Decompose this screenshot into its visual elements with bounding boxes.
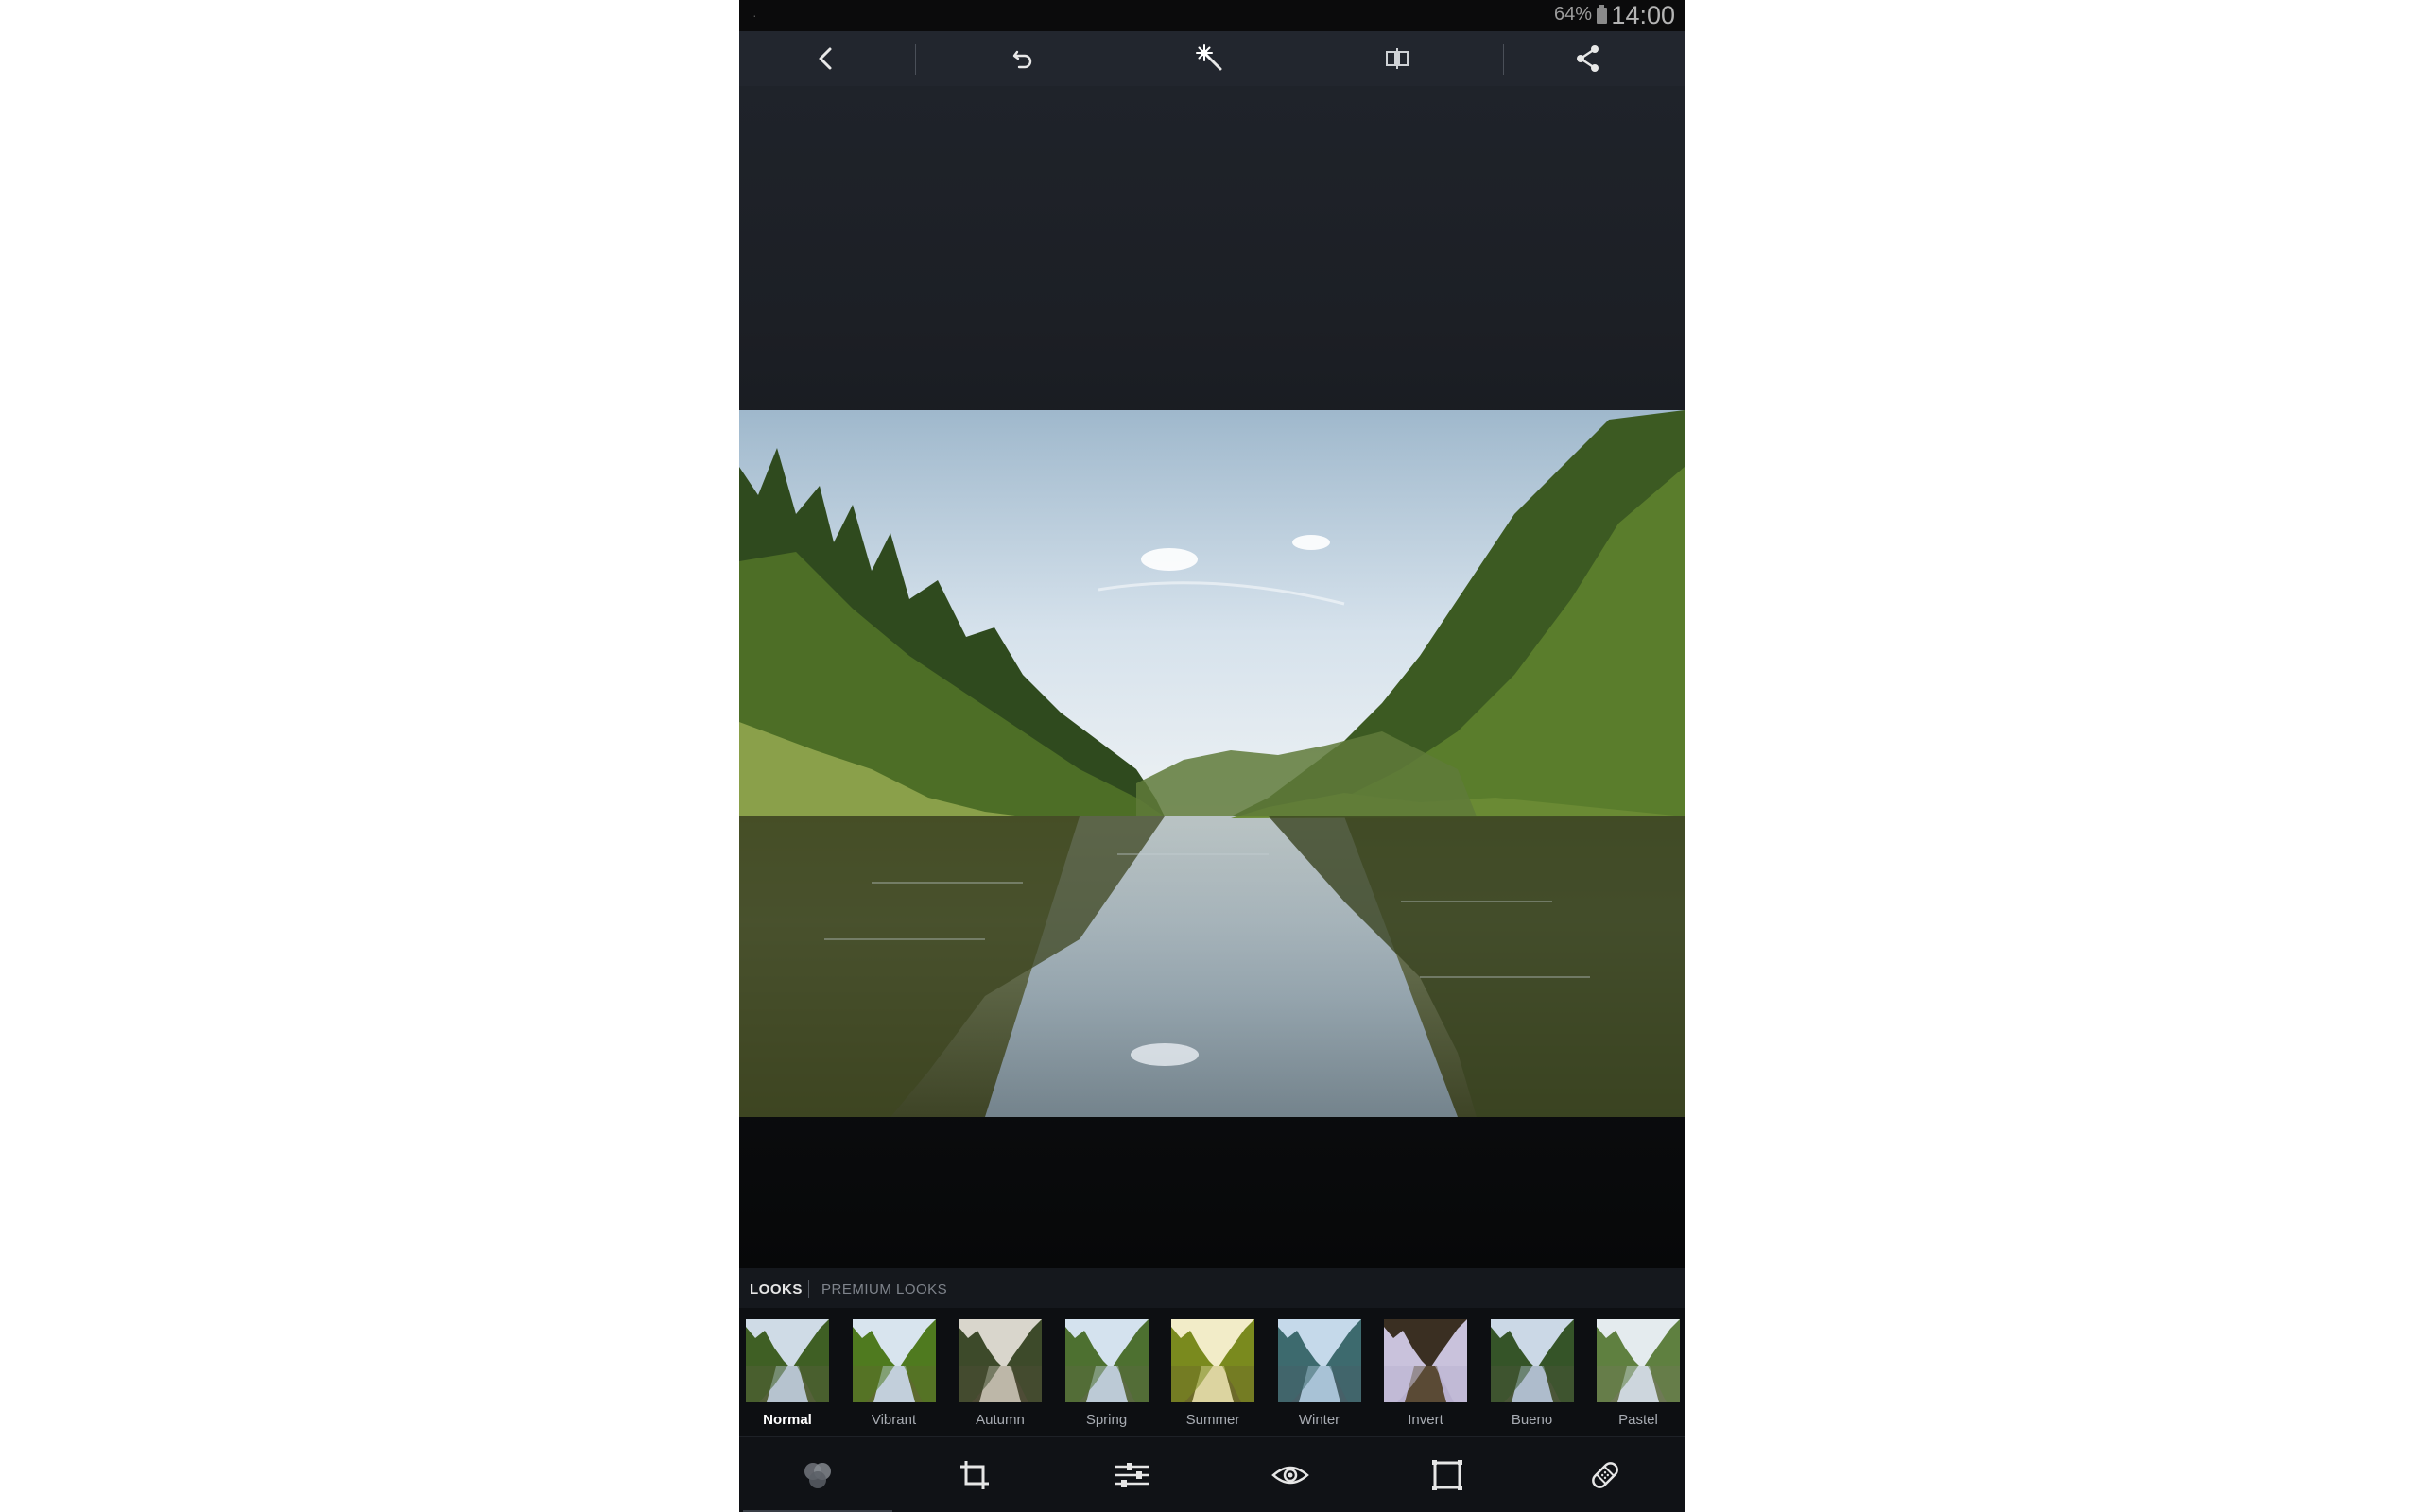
look-preset-pastel[interactable]: Pastel bbox=[1597, 1319, 1680, 1428]
borders-icon bbox=[1432, 1460, 1462, 1490]
look-preset-winter[interactable]: Winter bbox=[1277, 1319, 1361, 1428]
adjust-sliders-icon bbox=[1115, 1463, 1150, 1487]
look-preset-label: Invert bbox=[1408, 1412, 1443, 1428]
look-preset-label: Autumn bbox=[976, 1412, 1025, 1428]
share-icon bbox=[1577, 45, 1599, 72]
look-thumbnail bbox=[1597, 1319, 1680, 1402]
look-thumbnail bbox=[1490, 1319, 1574, 1402]
status-clock: 14:00 bbox=[1611, 1, 1675, 29]
look-preset-bueno[interactable]: Bueno bbox=[1490, 1319, 1574, 1428]
nav-spot-heal-button[interactable] bbox=[1527, 1437, 1684, 1512]
status-bar: · 64% 14:00 bbox=[739, 0, 1685, 31]
looks-icon bbox=[804, 1463, 831, 1488]
look-thumbnail bbox=[1064, 1319, 1149, 1402]
look-preset-normal[interactable]: Normal bbox=[746, 1319, 829, 1428]
editing-canvas[interactable] bbox=[739, 86, 1685, 1268]
share-button[interactable] bbox=[1550, 31, 1626, 86]
edited-photo[interactable] bbox=[739, 410, 1685, 1117]
look-thumbnail bbox=[1277, 1319, 1361, 1402]
photo-editor-app: · 64% 14:00 LOOKS PREMIUM LOOKS Normal V… bbox=[739, 0, 1685, 1512]
look-thumbnail bbox=[959, 1319, 1042, 1402]
nav-red-eye-button[interactable] bbox=[1212, 1437, 1369, 1512]
undo-icon bbox=[1012, 50, 1032, 69]
tab-looks[interactable]: LOOKS bbox=[750, 1281, 803, 1297]
look-thumbnail bbox=[746, 1319, 829, 1402]
look-preset-label: Bueno bbox=[1511, 1412, 1553, 1428]
nav-borders-button[interactable] bbox=[1369, 1437, 1526, 1512]
look-preset-label: Normal bbox=[763, 1412, 812, 1428]
crop-icon bbox=[960, 1461, 989, 1489]
battery-percentage: 64% bbox=[1553, 4, 1592, 25]
battery-icon bbox=[1597, 5, 1607, 24]
compare-icon bbox=[1386, 48, 1409, 69]
look-thumbnail bbox=[1171, 1319, 1254, 1402]
look-preset-vibrant[interactable]: Vibrant bbox=[852, 1319, 936, 1428]
toolbar-divider bbox=[1503, 44, 1504, 75]
nav-looks-button[interactable] bbox=[739, 1437, 896, 1512]
spot-heal-bandage-icon bbox=[1592, 1462, 1618, 1488]
looks-tab-bar: LOOKS PREMIUM LOOKS bbox=[739, 1268, 1685, 1308]
bottom-tool-nav bbox=[739, 1436, 1685, 1512]
back-button[interactable] bbox=[788, 31, 864, 86]
notification-dot: · bbox=[752, 8, 757, 23]
look-preset-summer[interactable]: Summer bbox=[1171, 1319, 1254, 1428]
look-preset-label: Pastel bbox=[1618, 1412, 1658, 1428]
auto-enhance-wand-icon bbox=[1196, 44, 1222, 71]
undo-button[interactable] bbox=[985, 31, 1061, 86]
look-preset-spring[interactable]: Spring bbox=[1064, 1319, 1149, 1428]
compare-button[interactable] bbox=[1359, 31, 1435, 86]
look-preset-label: Winter bbox=[1298, 1412, 1340, 1428]
looks-strip: Normal Vibrant Autumn Spring Summer Winter Inv… bbox=[739, 1308, 1685, 1436]
nav-adjust-button[interactable] bbox=[1054, 1437, 1211, 1512]
toolbar-divider bbox=[915, 44, 916, 75]
nav-crop-button[interactable] bbox=[896, 1437, 1053, 1512]
look-preset-label: Summer bbox=[1185, 1412, 1240, 1428]
back-icon bbox=[819, 47, 832, 70]
look-preset-label: Spring bbox=[1085, 1412, 1128, 1428]
look-preset-label: Vibrant bbox=[871, 1412, 917, 1428]
look-thumbnail bbox=[1384, 1319, 1467, 1402]
auto-enhance-button[interactable] bbox=[1172, 31, 1248, 86]
top-toolbar bbox=[739, 31, 1685, 86]
look-preset-autumn[interactable]: Autumn bbox=[959, 1319, 1042, 1428]
look-thumbnail bbox=[852, 1319, 936, 1402]
red-eye-icon bbox=[1271, 1466, 1309, 1485]
tab-premium-looks[interactable]: PREMIUM LOOKS bbox=[821, 1281, 947, 1297]
look-preset-invert[interactable]: Invert bbox=[1384, 1319, 1467, 1428]
tab-divider bbox=[808, 1280, 809, 1298]
